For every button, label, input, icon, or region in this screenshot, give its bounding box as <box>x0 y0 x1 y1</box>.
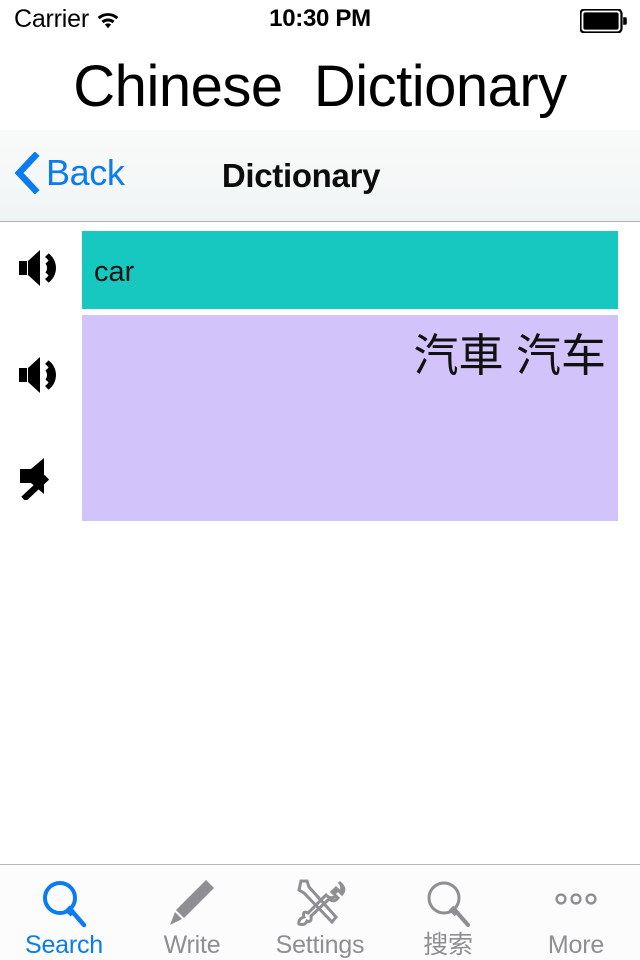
clock-label: 10:30 PM <box>269 5 371 32</box>
audio-button-column <box>0 223 82 523</box>
tools-icon <box>292 877 348 929</box>
tab-bar: Search Write Settings 搜索 More <box>0 864 640 960</box>
chinese-term: 汽車 汽车 <box>413 330 606 381</box>
battery-full-icon <box>579 8 627 34</box>
status-bar: Carrier 10:30 PM <box>0 0 640 44</box>
tab-search[interactable]: Search <box>0 865 128 960</box>
magnifier-icon <box>420 877 476 929</box>
page-title: Chinese Dictionary <box>73 54 567 119</box>
tab-search-cn-label: 搜索 <box>423 931 473 959</box>
english-term-card[interactable]: car <box>82 231 618 309</box>
tab-more[interactable]: More <box>512 865 640 960</box>
tab-more-label: More <box>547 931 605 959</box>
phone-screen: Carrier 10:30 PM Chinese Dictionary Back… <box>0 0 640 960</box>
tab-search-cn[interactable]: 搜索 <box>384 865 512 960</box>
tab-settings[interactable]: Settings <box>256 865 384 960</box>
tab-search-label: Search <box>24 931 103 959</box>
navigation-bar: Back Dictionary <box>0 130 640 222</box>
ellipsis-icon <box>548 877 604 929</box>
tab-settings-label: Settings <box>275 931 365 959</box>
dictionary-entry: car 汽車 汽车 <box>0 223 640 864</box>
pencil-icon <box>164 877 220 929</box>
english-term: car <box>94 256 135 288</box>
tab-write[interactable]: Write <box>128 865 256 960</box>
speaker-on-icon[interactable] <box>18 246 66 290</box>
chinese-term-card[interactable]: 汽車 汽车 <box>82 315 618 521</box>
speaker-muted-icon[interactable] <box>18 456 66 502</box>
speaker-on-icon[interactable] <box>18 353 66 397</box>
magnifier-icon <box>36 877 92 929</box>
tab-write-label: Write <box>163 931 221 959</box>
navigation-title: Dictionary <box>221 157 381 194</box>
